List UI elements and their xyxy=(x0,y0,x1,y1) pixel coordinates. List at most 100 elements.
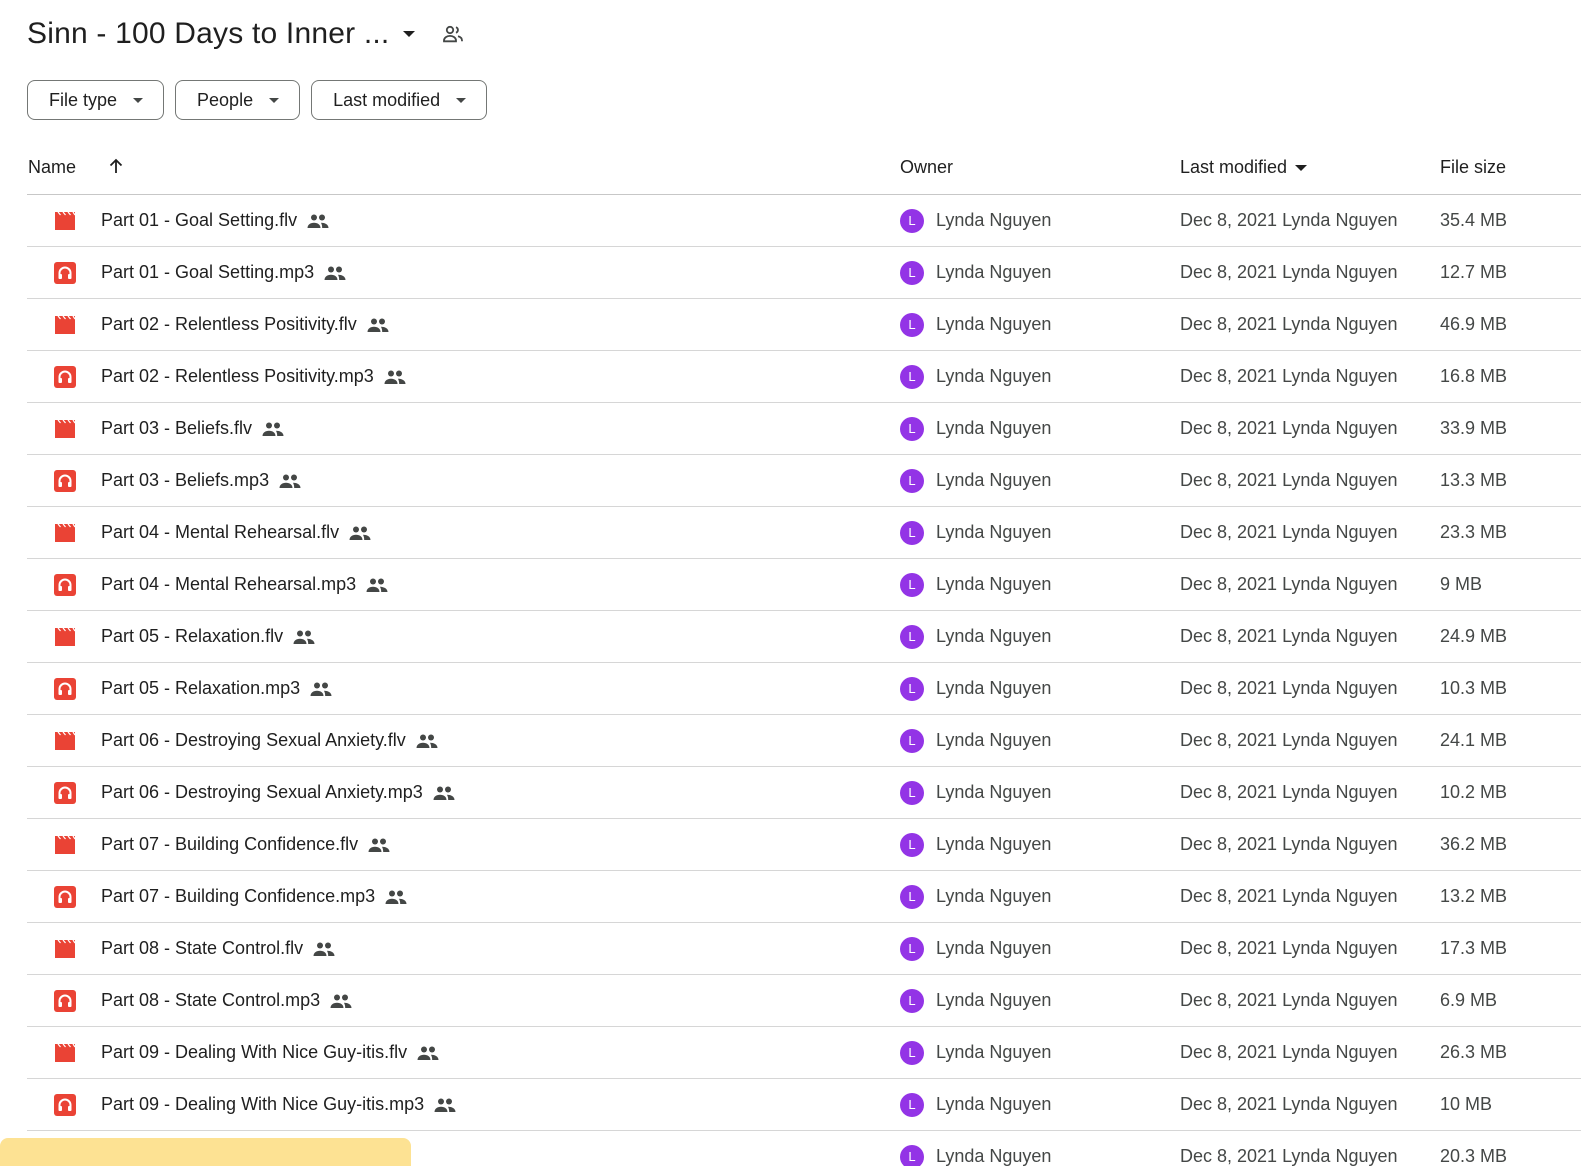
table-row[interactable]: Part 08 - State Control.flv L Lynda Nguyen… xyxy=(27,923,1581,975)
file-name-cell[interactable]: Part 03 - Beliefs.flv xyxy=(101,403,284,454)
filter-bar: File type People Last modified xyxy=(27,80,488,120)
arrow-up-icon[interactable] xyxy=(107,157,125,180)
column-owner-header[interactable]: Owner xyxy=(900,157,953,178)
file-name: Part 04 - Mental Rehearsal.mp3 xyxy=(101,574,357,594)
file-name: Part 05 - Relaxation.flv xyxy=(101,626,284,646)
file-size-cell: 35.4 MB xyxy=(1440,210,1508,230)
file-name-cell[interactable]: Part 09 - Dealing With Nice Guy-itis.mp3 xyxy=(101,1079,456,1130)
table-row[interactable]: Part 04 - Mental Rehearsal.flv L Lynda Ngu… xyxy=(27,507,1581,559)
owner-cell: L Lynda Nguyen xyxy=(900,507,1051,558)
file-name: Part 08 - State Control.flv xyxy=(101,938,304,958)
dropdown-caret-icon xyxy=(133,97,144,103)
table-row[interactable]: Part 06 - Destroying Sexual Anxiety.mp3 L… xyxy=(27,767,1581,819)
table-row[interactable]: Part 03 - Beliefs.flv L Lynda Nguyen Dec 8,… xyxy=(27,403,1581,455)
audio-file-icon xyxy=(53,559,77,610)
owner-cell: L Lynda Nguyen xyxy=(900,871,1051,922)
file-list: Name Owner Last modified File size Part … xyxy=(27,142,1581,1166)
shared-icon xyxy=(279,473,301,489)
avatar: L xyxy=(900,884,924,909)
dropdown-caret-icon xyxy=(269,97,280,103)
owner-cell: L Lynda Nguyen xyxy=(900,715,1051,766)
file-name-cell[interactable]: Part 03 - Beliefs.mp3 xyxy=(101,455,301,506)
owner-name: Lynda Nguyen xyxy=(936,522,1052,542)
table-row[interactable]: Part 05 - Relaxation.mp3 L Lynda Nguyen Dec… xyxy=(27,663,1581,715)
notification-banner[interactable] xyxy=(0,1138,411,1166)
table-row[interactable]: Part 07 - Building Confidence.flv L Lynda … xyxy=(27,819,1581,871)
column-name-header[interactable]: Name xyxy=(28,157,76,178)
file-name-cell[interactable]: Part 06 - Destroying Sexual Anxiety.flv xyxy=(101,715,438,766)
chevron-down-icon[interactable] xyxy=(403,31,416,37)
video-file-icon xyxy=(53,195,77,246)
owner-name: Lynda Nguyen xyxy=(936,730,1052,750)
table-row[interactable]: Part 01 - Goal Setting.flv L Lynda Nguyen D… xyxy=(27,195,1581,247)
file-name: Part 08 - State Control.mp3 xyxy=(101,990,321,1010)
shared-icon xyxy=(385,889,407,905)
last-modified-cell: Dec 8, 2021 Lynda Nguyen xyxy=(1180,1042,1398,1062)
file-name-cell[interactable]: Part 02 - Relentless Positivity.flv xyxy=(101,299,389,350)
table-row[interactable]: Part 02 - Relentless Positivity.mp3 L Lynd… xyxy=(27,351,1581,403)
last-modified-cell: Dec 8, 2021 Lynda Nguyen xyxy=(1180,834,1398,854)
owner-name: Lynda Nguyen xyxy=(936,262,1052,282)
audio-file-icon xyxy=(53,767,77,818)
folder-header: Sinn - 100 Days to Inner ... xyxy=(27,12,465,56)
table-row[interactable]: Part 01 - Goal Setting.mp3 L Lynda Nguyen D… xyxy=(27,247,1581,299)
file-size-cell: 16.8 MB xyxy=(1440,366,1508,386)
last-modified-filter[interactable]: Last modified xyxy=(311,80,488,120)
owner-name: Lynda Nguyen xyxy=(936,678,1052,698)
file-name-cell[interactable]: Part 05 - Relaxation.mp3 xyxy=(101,663,332,714)
avatar: L xyxy=(900,208,924,233)
last-modified-cell: Dec 8, 2021 Lynda Nguyen xyxy=(1180,730,1398,750)
file-name: Part 04 - Mental Rehearsal.flv xyxy=(101,522,340,542)
table-row[interactable]: Part 05 - Relaxation.flv L Lynda Nguyen Dec… xyxy=(27,611,1581,663)
drive-folder-view: Sinn - 100 Days to Inner ... File type P… xyxy=(0,0,1581,1166)
file-name-cell[interactable]: Part 08 - State Control.flv xyxy=(101,923,335,974)
owner-name: Lynda Nguyen xyxy=(936,470,1052,490)
file-name-cell[interactable]: Part 02 - Relentless Positivity.mp3 xyxy=(101,351,406,402)
column-last-modified-label: Last modified xyxy=(1180,157,1288,177)
folder-title[interactable]: Sinn - 100 Days to Inner ... xyxy=(27,17,389,51)
file-name-cell[interactable]: Part 04 - Mental Rehearsal.mp3 xyxy=(101,559,388,610)
file-name-cell[interactable]: Part 01 - Goal Setting.mp3 xyxy=(101,247,346,298)
table-row[interactable]: Part 06 - Destroying Sexual Anxiety.flv L… xyxy=(27,715,1581,767)
file-size-cell: 17.3 MB xyxy=(1440,938,1508,958)
table-row[interactable]: Part 03 - Beliefs.mp3 L Lynda Nguyen Dec 8,… xyxy=(27,455,1581,507)
file-name: Part 02 - Relentless Positivity.mp3 xyxy=(101,366,374,386)
file-type-filter[interactable]: File type xyxy=(27,80,165,120)
table-row[interactable]: Part 02 - Relentless Positivity.flv L Lynd… xyxy=(27,299,1581,351)
avatar: L xyxy=(900,624,924,649)
table-row[interactable]: Part 09 - Dealing With Nice Guy-itis.mp3… xyxy=(27,1079,1581,1131)
file-name-cell[interactable]: Part 07 - Building Confidence.flv xyxy=(101,819,390,870)
file-name-cell[interactable]: Part 05 - Relaxation.flv xyxy=(101,611,315,662)
file-size-cell: 12.7 MB xyxy=(1440,262,1508,282)
file-name-cell[interactable]: Part 08 - State Control.mp3 xyxy=(101,975,352,1026)
table-row[interactable]: Part 07 - Building Confidence.mp3 L Lynda … xyxy=(27,871,1581,923)
file-name-cell[interactable]: Part 04 - Mental Rehearsal.flv xyxy=(101,507,371,558)
table-row[interactable]: Part 04 - Mental Rehearsal.mp3 L Lynda Ngu… xyxy=(27,559,1581,611)
table-row[interactable]: Part 09 - Dealing With Nice Guy-itis.flv… xyxy=(27,1027,1581,1079)
column-last-modified-header[interactable]: Last modified xyxy=(1180,157,1308,178)
table-row[interactable]: Part 08 - State Control.mp3 L Lynda Nguyen… xyxy=(27,975,1581,1027)
shared-icon xyxy=(310,681,332,697)
file-name-cell[interactable]: Part 09 - Dealing With Nice Guy-itis.flv xyxy=(101,1027,439,1078)
owner-name: Lynda Nguyen xyxy=(936,366,1052,386)
file-name-cell[interactable]: Part 07 - Building Confidence.mp3 xyxy=(101,871,407,922)
owner-cell: L Lynda Nguyen xyxy=(900,1131,1051,1166)
video-file-icon xyxy=(53,715,77,766)
avatar: L xyxy=(900,1092,924,1117)
people-icon[interactable] xyxy=(441,22,465,46)
avatar: L xyxy=(900,520,924,545)
last-modified-cell: Dec 8, 2021 Lynda Nguyen xyxy=(1180,366,1398,386)
column-file-size-header[interactable]: File size xyxy=(1440,157,1506,178)
file-size-cell: 23.3 MB xyxy=(1440,522,1508,542)
owner-cell: L Lynda Nguyen xyxy=(900,559,1051,610)
file-name-cell[interactable]: Part 06 - Destroying Sexual Anxiety.mp3 xyxy=(101,767,455,818)
owner-name: Lynda Nguyen xyxy=(936,1146,1052,1166)
shared-icon xyxy=(366,577,388,593)
people-filter[interactable]: People xyxy=(175,80,301,120)
file-name-cell[interactable]: Part 01 - Goal Setting.flv xyxy=(101,195,329,246)
owner-name: Lynda Nguyen xyxy=(936,418,1052,438)
file-size-cell: 6.9 MB xyxy=(1440,990,1498,1010)
owner-name: Lynda Nguyen xyxy=(936,210,1052,230)
video-file-icon xyxy=(53,611,77,662)
video-file-icon xyxy=(53,403,77,454)
